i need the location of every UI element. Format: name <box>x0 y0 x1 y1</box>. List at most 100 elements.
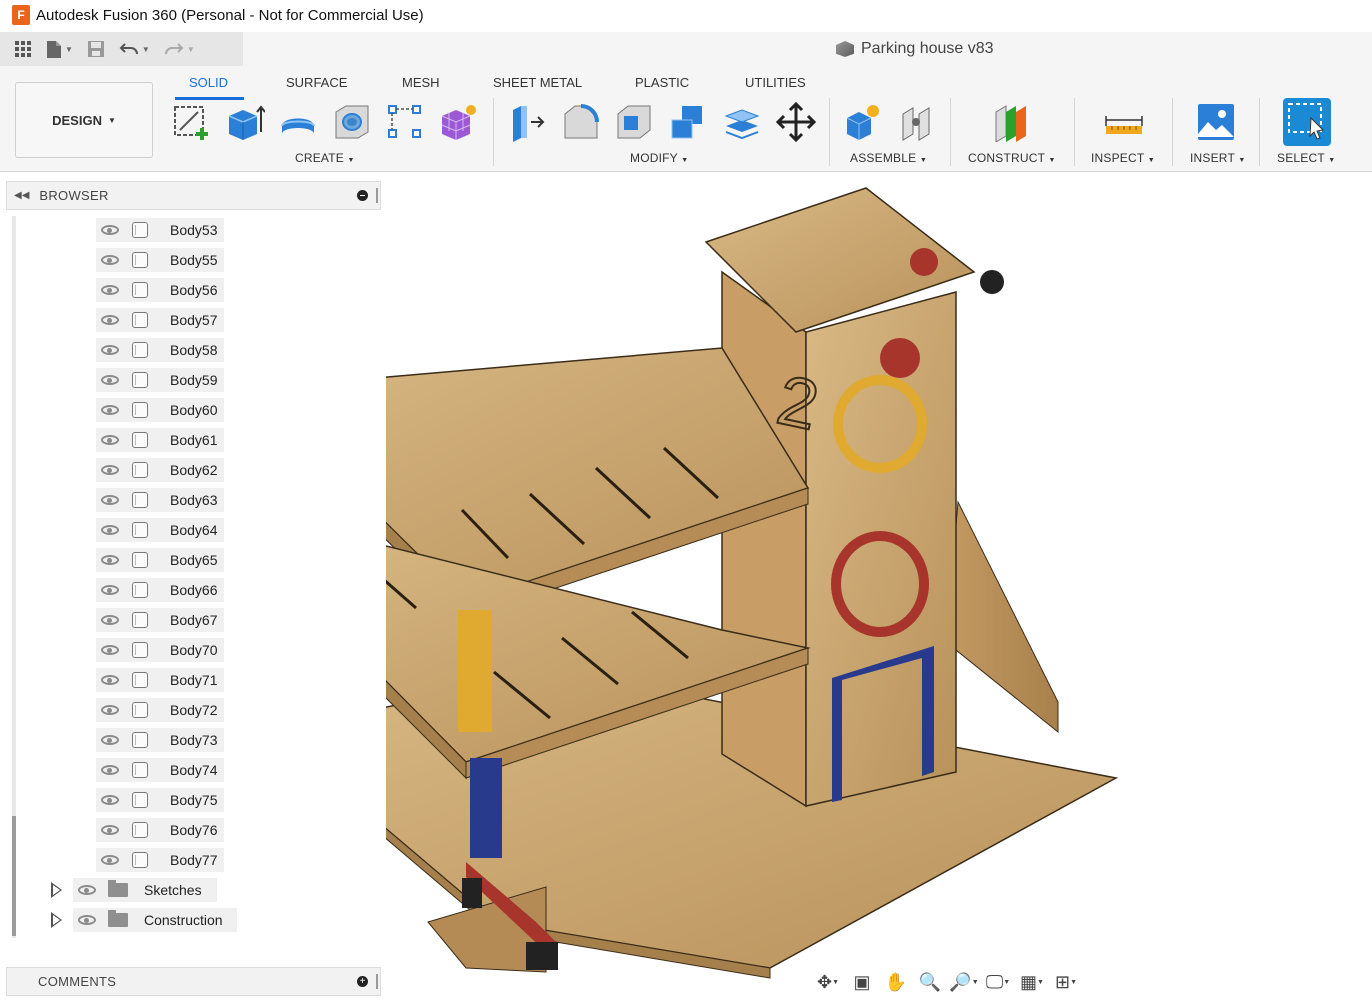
browser-body-row[interactable]: Body58 <box>96 338 224 362</box>
browser-body-row[interactable]: Body55 <box>96 248 224 272</box>
visibility-eye-icon[interactable] <box>101 855 119 865</box>
comments-panel-header[interactable]: COMMENTS + <box>6 967 381 996</box>
pattern-button[interactable] <box>385 102 425 142</box>
tab-plastic[interactable]: PLASTIC <box>635 75 689 90</box>
visibility-eye-icon[interactable] <box>101 495 119 505</box>
visibility-eye-icon[interactable] <box>101 645 119 655</box>
expand-triangle-icon[interactable] <box>51 912 62 928</box>
browser-body-row[interactable]: Body75 <box>96 788 224 812</box>
browser-body-row[interactable]: Body72 <box>96 698 224 722</box>
zoom-icon[interactable]: 🔎 ▼ <box>948 969 980 995</box>
undo-button[interactable]: ▼ <box>119 41 150 57</box>
tab-sheet-metal[interactable]: SHEET METAL <box>493 75 582 90</box>
fillet-button[interactable] <box>561 102 601 142</box>
revolve-button[interactable] <box>278 102 318 142</box>
scrollbar-thumb[interactable] <box>12 816 16 936</box>
add-comment-icon[interactable]: + <box>357 976 368 987</box>
browser-body-row[interactable]: Body57 <box>96 308 224 332</box>
create-sketch-button[interactable] <box>172 102 212 142</box>
joint-button[interactable] <box>897 102 937 142</box>
modify-menu[interactable]: MODIFY ▼ <box>630 151 688 165</box>
visibility-eye-icon[interactable] <box>101 735 119 745</box>
shell-button[interactable] <box>614 102 654 142</box>
panel-resize-handle[interactable] <box>376 974 378 989</box>
visibility-eye-icon[interactable] <box>101 345 119 355</box>
extrude-button[interactable] <box>225 102 266 142</box>
browser-body-row[interactable]: Body53 <box>96 218 224 242</box>
create-menu[interactable]: CREATE ▼ <box>295 151 355 165</box>
visibility-eye-icon[interactable] <box>101 525 119 535</box>
browser-body-row[interactable]: Body74 <box>96 758 224 782</box>
tab-mesh[interactable]: MESH <box>402 75 440 90</box>
expand-triangle-icon[interactable] <box>51 882 62 898</box>
browser-body-row[interactable]: Body76 <box>96 818 224 842</box>
browser-body-row[interactable]: Body71 <box>96 668 224 692</box>
minimize-icon[interactable] <box>357 190 368 201</box>
zoom-window-icon[interactable]: 🔍 <box>914 969 946 995</box>
measure-button[interactable] <box>1104 102 1144 142</box>
panel-resize-handle[interactable] <box>376 188 378 203</box>
browser-body-row[interactable]: Body56 <box>96 278 224 302</box>
visibility-eye-icon[interactable] <box>101 465 119 475</box>
visibility-eye-icon[interactable] <box>101 795 119 805</box>
create-form-button[interactable] <box>438 102 478 142</box>
save-button[interactable] <box>87 40 105 58</box>
browser-body-row[interactable]: Body70 <box>96 638 224 662</box>
workspace-switcher-button[interactable]: DESIGN ▼ <box>15 82 153 158</box>
construct-menu[interactable]: CONSTRUCT ▼ <box>968 151 1056 165</box>
select-button[interactable] <box>1283 98 1331 146</box>
document-tab[interactable]: Parking house v83 <box>836 40 994 58</box>
press-pull-button[interactable] <box>507 102 547 142</box>
offset-plane-button[interactable] <box>992 102 1032 143</box>
collapse-panel-icon[interactable]: ◀◀ <box>14 190 29 201</box>
data-panel-grid-icon[interactable] <box>14 40 32 58</box>
browser-body-row[interactable]: Body65 <box>96 548 224 572</box>
display-settings-icon[interactable]: 🖵 ▼ <box>982 969 1014 995</box>
canvas-viewport[interactable]: 2 <box>268 172 1372 1000</box>
hole-button[interactable] <box>332 102 372 142</box>
inspect-menu[interactable]: INSPECT ▼ <box>1091 151 1155 165</box>
browser-body-row[interactable]: Body73 <box>96 728 224 752</box>
grid-icon[interactable]: ▦ ▼ <box>1016 969 1048 995</box>
pan-icon[interactable]: ✋ <box>880 969 912 995</box>
file-menu-button[interactable]: ▼ <box>46 40 73 59</box>
visibility-eye-icon[interactable] <box>101 825 119 835</box>
tab-solid[interactable]: SOLID <box>189 75 228 90</box>
browser-body-row[interactable]: Body77 <box>96 848 224 872</box>
look-at-icon[interactable]: ▣ <box>846 969 878 995</box>
visibility-eye-icon[interactable] <box>101 615 119 625</box>
orbit-icon[interactable]: ✥ ▼ <box>812 969 844 995</box>
tab-surface[interactable]: SURFACE <box>286 75 347 90</box>
browser-scrollbar[interactable] <box>12 216 16 938</box>
visibility-eye-icon[interactable] <box>101 705 119 715</box>
visibility-eye-icon[interactable] <box>101 225 119 235</box>
visibility-eye-icon[interactable] <box>101 315 119 325</box>
visibility-eye-icon[interactable] <box>101 375 119 385</box>
insert-menu[interactable]: INSERT ▼ <box>1190 151 1245 165</box>
browser-body-row[interactable]: Body62 <box>96 458 224 482</box>
parking-house-model[interactable]: 2 <box>268 172 1372 1000</box>
combine-button[interactable] <box>668 102 708 142</box>
browser-panel-header[interactable]: ◀◀ BROWSER <box>6 181 381 210</box>
redo-button[interactable]: ▼ <box>164 41 195 57</box>
visibility-eye-icon[interactable] <box>101 285 119 295</box>
visibility-eye-icon[interactable] <box>101 555 119 565</box>
tab-utilities[interactable]: UTILITIES <box>745 75 806 90</box>
select-menu[interactable]: SELECT ▼ <box>1277 151 1335 165</box>
visibility-eye-icon[interactable] <box>101 765 119 775</box>
browser-body-row[interactable]: Body63 <box>96 488 224 512</box>
assemble-menu[interactable]: ASSEMBLE ▼ <box>850 151 927 165</box>
visibility-eye-icon[interactable] <box>78 885 96 895</box>
visibility-eye-icon[interactable] <box>101 675 119 685</box>
new-component-button[interactable] <box>843 102 883 142</box>
visibility-eye-icon[interactable] <box>78 915 96 925</box>
move-copy-button[interactable] <box>775 101 817 143</box>
browser-folder-row[interactable]: Sketches <box>73 878 217 902</box>
visibility-eye-icon[interactable] <box>101 435 119 445</box>
browser-body-row[interactable]: Body59 <box>96 368 224 392</box>
visibility-eye-icon[interactable] <box>101 255 119 265</box>
browser-body-row[interactable]: Body66 <box>96 578 224 602</box>
browser-body-row[interactable]: Body61 <box>96 428 224 452</box>
browser-body-row[interactable]: Body64 <box>96 518 224 542</box>
viewports-icon[interactable]: ⊞ ▼ <box>1050 969 1082 995</box>
